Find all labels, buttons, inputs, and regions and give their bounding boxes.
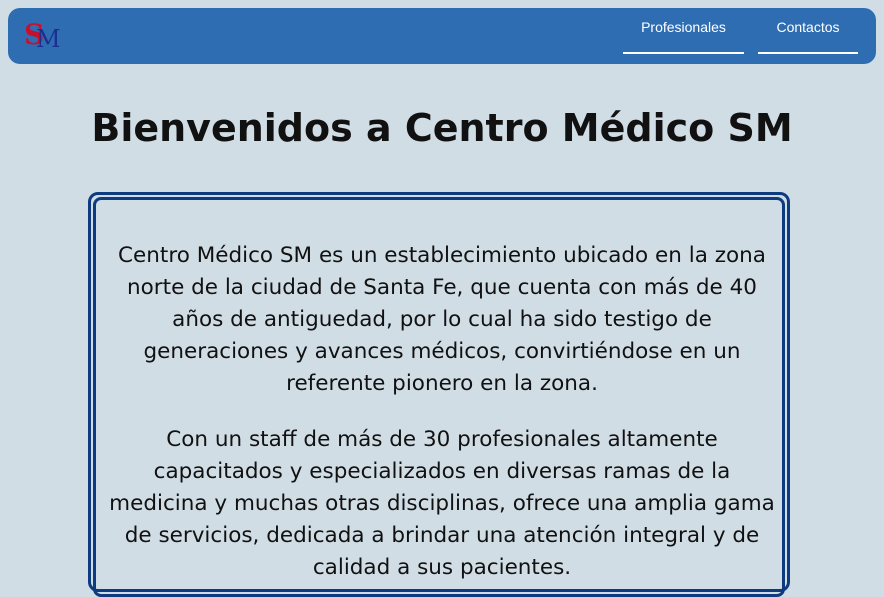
logo-letter-m: M xyxy=(36,25,61,53)
staff-paragraph: Con un staff de más de 30 profesionales … xyxy=(109,427,775,580)
intro-paragraph: Centro Médico SM es un establecimiento u… xyxy=(118,243,766,396)
nav-link-contactos[interactable]: Contactos xyxy=(758,20,858,54)
top-navbar: S M xyxy=(8,8,876,64)
brand-logo[interactable]: S M xyxy=(24,18,64,53)
page-title: Bienvenidos a Centro Médico SM xyxy=(91,106,793,150)
nav-link-profesionales[interactable]: Profesionales xyxy=(623,20,744,54)
